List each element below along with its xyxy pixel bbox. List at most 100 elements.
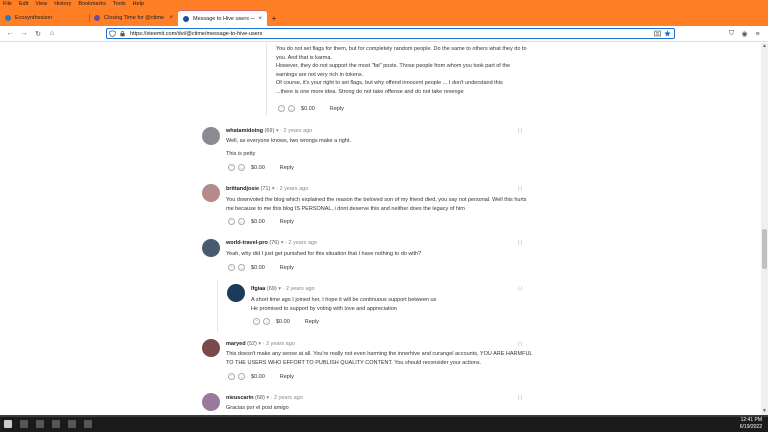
start-icon[interactable] [0, 415, 16, 432]
timestamp[interactable]: 2 years ago [286, 286, 315, 292]
upvote-icon[interactable]: ⌃ [228, 218, 235, 225]
timestamp[interactable]: 2 years ago [274, 395, 303, 401]
chevron-down-icon[interactable]: ▾ [281, 240, 284, 246]
menu-icon[interactable]: ≡ [751, 28, 764, 40]
shield-icon[interactable] [109, 30, 116, 37]
upvote-icon[interactable]: ⌃ [278, 105, 285, 112]
page-scrollbar[interactable]: ▲ ▼ [761, 43, 768, 415]
author-name[interactable]: world-travel-pro [226, 240, 268, 246]
menu-help[interactable]: Help [133, 1, 144, 7]
timestamp[interactable]: 2 years ago [288, 240, 317, 246]
avatar[interactable] [202, 127, 220, 145]
collapse-button[interactable]: [-] [518, 240, 522, 246]
scroll-up-icon[interactable]: ▲ [761, 43, 768, 50]
author-name[interactable]: whatamidoing [226, 128, 263, 134]
comment-actions: ⌃ ⌄ $0.00 Reply [228, 218, 294, 225]
menu-file[interactable]: File [3, 1, 12, 7]
comment-line: Well, as everyone knows, two wrongs make… [226, 138, 351, 144]
reload-button[interactable]: ↻ [31, 27, 45, 41]
downvote-icon[interactable]: ⌄ [238, 218, 245, 225]
payout[interactable]: $0.00 [251, 165, 265, 171]
avatar[interactable] [202, 339, 220, 357]
downvote-icon[interactable]: ⌄ [238, 164, 245, 171]
payout[interactable]: $0.00 [301, 106, 315, 112]
collapse-button[interactable]: [-] [518, 128, 522, 134]
downvote-icon[interactable]: ⌄ [238, 373, 245, 380]
close-tab-icon[interactable]: × [169, 15, 173, 21]
comment-meta: brittandjosie (71) ▾ · 2 years ago [226, 186, 309, 192]
upvote-icon[interactable]: ⌃ [228, 164, 235, 171]
favicon-icon [183, 15, 189, 22]
upvote-icon[interactable]: ⌃ [253, 318, 260, 325]
pocket-icon[interactable]: ⛉ [725, 28, 738, 40]
reply-button[interactable]: Reply [305, 319, 319, 325]
payout[interactable]: $0.00 [276, 319, 290, 325]
menu-history[interactable]: History [54, 1, 71, 7]
reply-button[interactable]: Reply [280, 219, 294, 225]
payout[interactable]: $0.00 [251, 374, 265, 380]
new-tab-button[interactable]: + [267, 10, 281, 26]
scroll-down-icon[interactable]: ▼ [761, 408, 768, 415]
payout[interactable]: $0.00 [251, 265, 265, 271]
app-icon[interactable] [48, 415, 64, 432]
menu-view[interactable]: View [35, 1, 47, 7]
back-button[interactable]: ← [3, 27, 17, 41]
account-icon[interactable]: ◉ [738, 28, 751, 40]
chevron-down-icon[interactable]: ▾ [266, 395, 269, 401]
collapse-button[interactable]: [-] [518, 186, 522, 192]
reader-view-icon[interactable] [654, 30, 661, 37]
timestamp[interactable]: 2 years ago [283, 128, 312, 134]
comment-meta: whatamidoing (69) ▾ · 2 years ago [226, 128, 313, 134]
chevron-down-icon[interactable]: ▾ [276, 128, 279, 134]
author-name[interactable]: nieuscarin [226, 395, 254, 401]
scrollbar-thumb[interactable] [762, 229, 767, 269]
comment-line: He promised to support by voting with lo… [251, 306, 397, 312]
avatar[interactable] [202, 239, 220, 257]
author-name[interactable]: lfgiaa [251, 286, 265, 292]
close-tab-icon[interactable]: × [258, 16, 262, 22]
menu-edit[interactable]: Edit [19, 1, 28, 7]
avatar[interactable] [202, 184, 220, 202]
collapse-button[interactable]: [-] [518, 286, 522, 292]
app-icon[interactable] [80, 415, 96, 432]
chevron-down-icon[interactable]: ▾ [258, 341, 261, 347]
menu-bar: File Edit View History Bookmarks Tools H… [0, 0, 768, 8]
bookmark-star-icon[interactable] [664, 30, 671, 37]
author-name[interactable]: maryed [226, 341, 246, 347]
collapse-button[interactable]: [-] [518, 395, 522, 401]
author-name[interactable]: brittandjosie [226, 186, 259, 192]
timestamp[interactable]: 2 years ago [280, 186, 309, 192]
lock-icon[interactable] [119, 30, 126, 37]
upvote-icon[interactable]: ⌃ [228, 264, 235, 271]
reply-button[interactable]: Reply [280, 165, 294, 171]
reply-button[interactable]: Reply [280, 265, 294, 271]
downvote-icon[interactable]: ⌄ [288, 105, 295, 112]
reply-button[interactable]: Reply [330, 106, 344, 112]
avatar[interactable] [202, 393, 220, 411]
reply-button[interactable]: Reply [280, 374, 294, 380]
tab-closing-time[interactable]: Closing Time for @ctime @fer × [89, 10, 178, 26]
payout[interactable]: $0.00 [251, 219, 265, 225]
timestamp[interactable]: 2 years ago [266, 341, 295, 347]
app-icon[interactable] [64, 415, 80, 432]
chevron-down-icon[interactable]: ▾ [278, 286, 281, 292]
clock[interactable]: 12:41 PM 6/19/2022 [740, 417, 762, 430]
menu-bookmarks[interactable]: Bookmarks [78, 1, 106, 7]
app-icon[interactable] [16, 415, 32, 432]
downvote-icon[interactable]: ⌄ [238, 264, 245, 271]
avatar[interactable] [227, 284, 245, 302]
app-icon[interactable] [32, 415, 48, 432]
downvote-icon[interactable]: ⌄ [263, 318, 270, 325]
forward-button[interactable]: → [17, 27, 31, 41]
url-bar[interactable]: https://steemit.com/dvi/@ctime/message-t… [106, 28, 675, 39]
home-button[interactable]: ⌂ [45, 27, 59, 41]
menu-tools[interactable]: Tools [113, 1, 126, 7]
thread-line [217, 280, 218, 332]
upvote-icon[interactable]: ⌃ [228, 373, 235, 380]
chevron-down-icon[interactable]: ▾ [272, 186, 275, 192]
tab-message-to-hive[interactable]: Message to Hive users — Steem × [178, 10, 267, 26]
reputation: (69) [266, 286, 277, 292]
thread-line [266, 43, 267, 116]
tab-ecosynthesizer[interactable]: Ecosynthesizer [0, 10, 89, 26]
collapse-button[interactable]: [-] [518, 341, 522, 347]
